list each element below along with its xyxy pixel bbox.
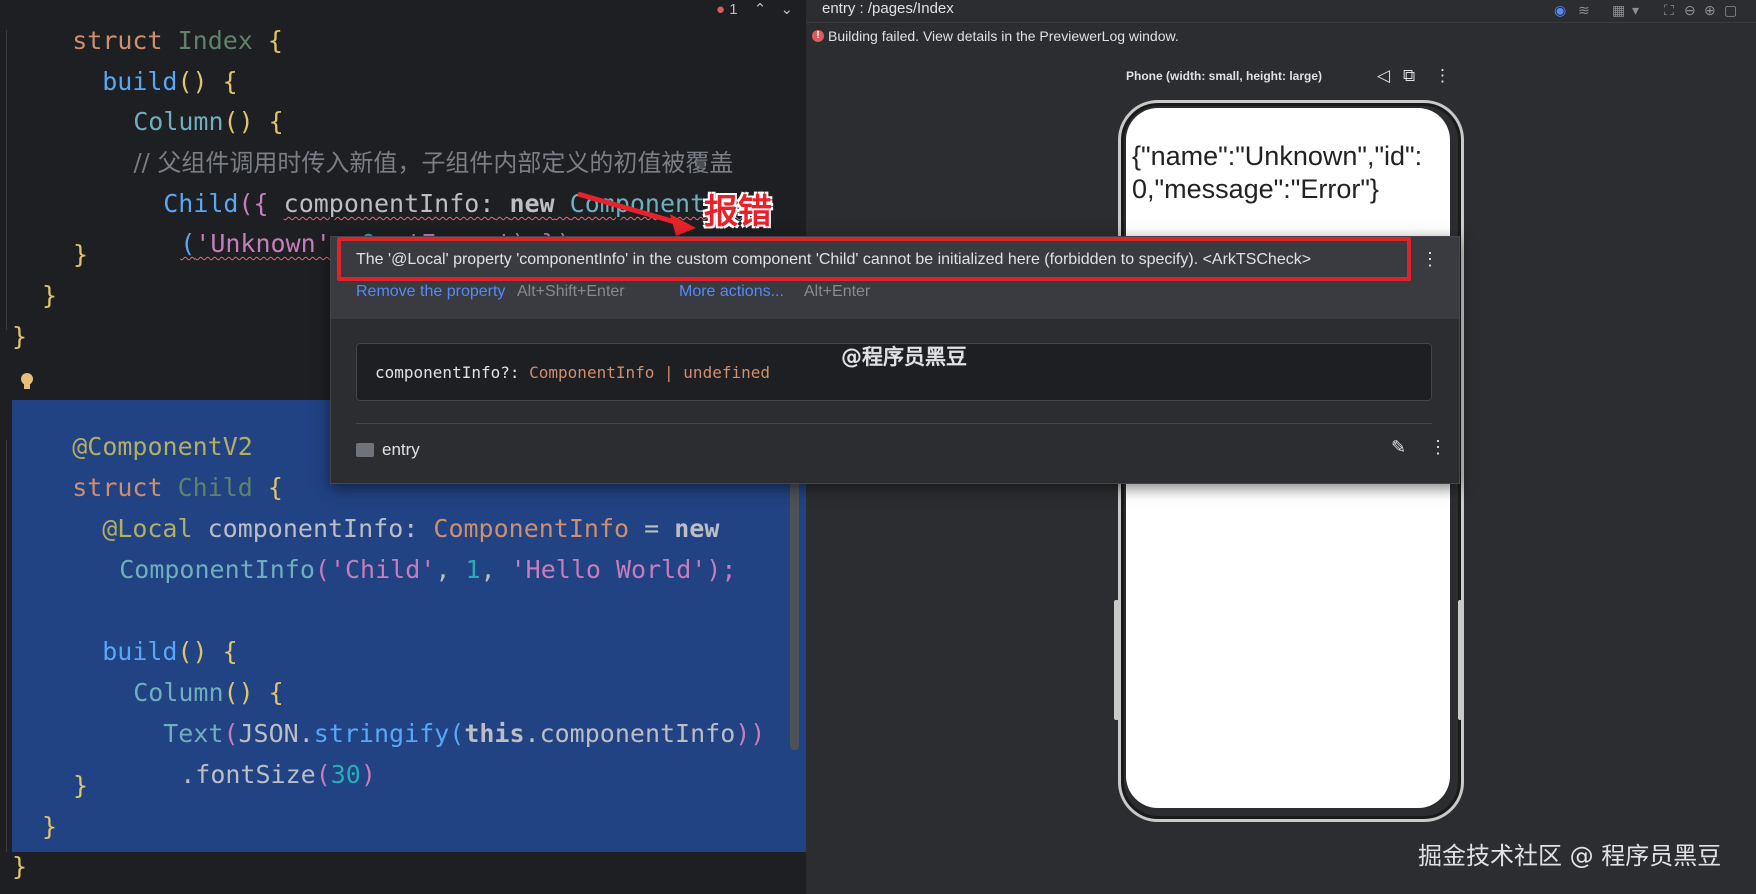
error-count: 1 <box>729 1 738 18</box>
indent-guide <box>6 440 7 852</box>
rendered-text: {"name":"Unknown","id":0,"message":"Erro… <box>1132 141 1423 204</box>
signature-text: componentInfo?: ComponentInfo | undefine… <box>375 363 770 382</box>
editor-bottom: } <box>0 852 806 894</box>
grid-icon[interactable]: ▦ <box>1612 2 1625 19</box>
watermark: 掘金技术社区 @ 程序员黑豆 <box>1418 842 1722 870</box>
chevron-up-icon[interactable]: ⌃ <box>754 1 767 18</box>
popup-header: The '@Local' property 'componentInfo' in… <box>331 237 1459 319</box>
code-line[interactable]: } <box>12 852 27 882</box>
zoom-in-icon[interactable]: ⊕ <box>1704 2 1716 19</box>
code-line[interactable]: } <box>12 322 27 352</box>
lightbulb-icon[interactable] <box>20 372 34 392</box>
rotate-device-icon[interactable]: ⧉ <box>1403 66 1415 86</box>
phone-side-button <box>1458 600 1463 720</box>
annotation-arrow <box>577 191 696 236</box>
back-icon[interactable]: ◁ <box>1377 66 1390 86</box>
divider <box>356 423 1432 424</box>
overlay-watermark: @程序员黑豆 <box>841 345 967 369</box>
build-status-bar[interactable]: ! Building failed. View details in the P… <box>806 24 1756 48</box>
error-indicator[interactable]: ● 1 ⌃ ⌄ <box>716 0 793 18</box>
edit-icon[interactable]: ✎ <box>1391 437 1406 458</box>
expand-icon[interactable]: ▢ <box>1724 2 1737 19</box>
eye-icon[interactable]: ◉ <box>1554 2 1566 19</box>
error-message: The '@Local' property 'componentInfo' in… <box>356 251 1312 268</box>
indent-guide <box>6 30 7 330</box>
more-actions-link[interactable]: More actions... <box>679 283 784 301</box>
error-icon: ! <box>812 30 824 42</box>
more-options-icon[interactable]: ⋮ <box>1434 66 1451 86</box>
code-line[interactable]: } <box>42 281 57 311</box>
phone-side-button <box>1114 600 1119 720</box>
shortcut-hint: Alt+Shift+Enter <box>517 283 625 300</box>
code-line[interactable]: } <box>73 240 88 270</box>
shortcut-hint: Alt+Enter <box>804 283 871 300</box>
editor-scrollbar[interactable] <box>790 480 799 750</box>
layers-icon[interactable]: ≋ <box>1578 2 1590 19</box>
device-label: Phone (width: small, height: large) <box>1126 69 1323 83</box>
more-options-icon[interactable]: ⋮ <box>1421 249 1439 270</box>
zoom-out-icon[interactable]: ⊖ <box>1684 2 1696 19</box>
code-line[interactable]: } <box>73 771 88 801</box>
folder-icon <box>356 443 374 457</box>
chevron-down-icon[interactable]: ⌄ <box>781 1 794 18</box>
module-label: entry <box>382 440 420 459</box>
error-icon: ● <box>716 1 726 18</box>
frame-icon[interactable]: ⛶ <box>1664 2 1674 19</box>
code-line[interactable]: } <box>42 812 57 842</box>
error-tooltip-popup[interactable]: The '@Local' property 'componentInfo' in… <box>330 236 1460 484</box>
build-status-text: Building failed. View details in the Pre… <box>828 28 1179 44</box>
code-line[interactable]: .fontSize(30) <box>120 730 376 820</box>
previewer-title: entry : /pages/Index <box>822 0 954 17</box>
annotation-label: 报错 <box>704 192 772 232</box>
dropdown-icon[interactable]: ▾ <box>1632 2 1639 19</box>
code-line[interactable]: ComponentInfo('Child', 1, 'Hello World')… <box>59 525 736 615</box>
remove-property-link[interactable]: Remove the property <box>356 283 505 301</box>
previewer-toolbar: entry : /pages/Index ◉ ≋ ▦ ▾ ⛶ ⊖ ⊕ ▢ <box>806 0 1756 23</box>
more-options-icon[interactable]: ⋮ <box>1429 437 1447 458</box>
